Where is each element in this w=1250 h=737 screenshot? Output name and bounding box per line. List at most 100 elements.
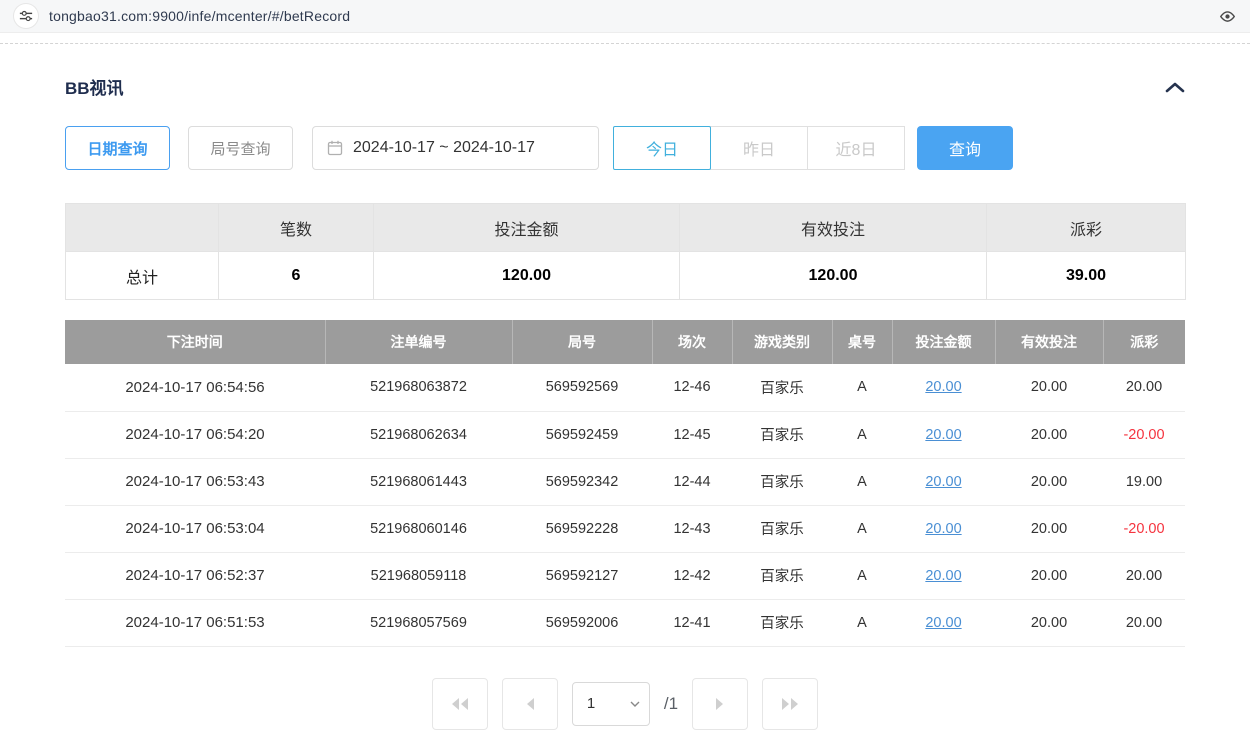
game-type: 百家乐	[732, 552, 832, 599]
col-bet-time: 下注时间	[65, 320, 325, 364]
date-range-text: 2024-10-17 ~ 2024-10-17	[353, 139, 535, 157]
summary-header-empty	[66, 204, 219, 252]
round-id: 569592127	[512, 552, 652, 599]
valid-bet: 20.00	[995, 599, 1103, 646]
summary-header-valid-bet: 有效投注	[680, 204, 987, 252]
today-button[interactable]: 今日	[613, 126, 711, 170]
col-payout: 派彩	[1103, 320, 1185, 364]
session: 12-41	[652, 599, 732, 646]
session: 12-43	[652, 505, 732, 552]
game-type: 百家乐	[732, 411, 832, 458]
bet-id: 521968063872	[325, 364, 512, 411]
table-no: A	[832, 552, 892, 599]
table-no: A	[832, 411, 892, 458]
valid-bet: 20.00	[995, 364, 1103, 411]
next-page-button[interactable]	[692, 678, 748, 730]
last8days-button[interactable]: 近8日	[807, 126, 905, 170]
prev-page-icon	[524, 697, 536, 711]
summary-count-value: 6	[219, 252, 374, 300]
table-row: 2024-10-17 06:53:04 521968060146 5695922…	[65, 505, 1185, 552]
bet-time: 2024-10-17 06:54:56	[65, 364, 325, 411]
browser-url-bar: tongbao31.com:9900/infe/mcenter/#/betRec…	[0, 0, 1250, 33]
table-row: 2024-10-17 06:51:53 521968057569 5695920…	[65, 599, 1185, 646]
game-type: 百家乐	[732, 505, 832, 552]
col-session: 场次	[652, 320, 732, 364]
quick-range-group: 今日 昨日 近8日	[613, 126, 905, 170]
session: 12-45	[652, 411, 732, 458]
table-no: A	[832, 505, 892, 552]
valid-bet: 20.00	[995, 552, 1103, 599]
summary-header-count: 笔数	[219, 204, 374, 252]
summary-total-row: 总计 6 120.00 120.00 39.00	[66, 252, 1186, 300]
round-id: 569592342	[512, 458, 652, 505]
payout: 20.00	[1103, 599, 1185, 646]
summary-valid-bet-value: 120.00	[680, 252, 987, 300]
date-range-picker[interactable]: 2024-10-17 ~ 2024-10-17	[312, 126, 599, 170]
bet-amount-link[interactable]: 20.00	[925, 615, 961, 631]
pagination: 1 /1	[65, 678, 1185, 730]
table-no: A	[832, 599, 892, 646]
round-query-button[interactable]: 局号查询	[188, 126, 293, 170]
game-type: 百家乐	[732, 599, 832, 646]
first-page-button[interactable]	[432, 678, 488, 730]
summary-header-payout: 派彩	[987, 204, 1186, 252]
col-bet-id: 注单编号	[325, 320, 512, 364]
col-table-no: 桌号	[832, 320, 892, 364]
date-query-button[interactable]: 日期查询	[65, 126, 170, 170]
col-valid-bet: 有效投注	[995, 320, 1103, 364]
game-type: 百家乐	[732, 364, 832, 411]
table-row: 2024-10-17 06:54:20 521968062634 5695924…	[65, 411, 1185, 458]
payout: 19.00	[1103, 458, 1185, 505]
summary-payout-value: 39.00	[987, 252, 1186, 300]
bet-amount-link[interactable]: 20.00	[925, 379, 961, 395]
collapse-chevron-icon[interactable]	[1165, 81, 1185, 93]
col-game-type: 游戏类别	[732, 320, 832, 364]
table-no: A	[832, 458, 892, 505]
total-pages-label: /1	[664, 694, 678, 714]
payout: -20.00	[1103, 505, 1185, 552]
bet-id: 521968059118	[325, 552, 512, 599]
panel-title: BB视讯	[65, 74, 124, 99]
payout: -20.00	[1103, 411, 1185, 458]
bet-id: 521968057569	[325, 599, 512, 646]
session: 12-44	[652, 458, 732, 505]
calendar-icon	[327, 140, 343, 156]
prev-page-button[interactable]	[502, 678, 558, 730]
first-page-icon	[450, 697, 470, 711]
dashed-separator	[0, 43, 1250, 44]
bet-id: 521968062634	[325, 411, 512, 458]
payout: 20.00	[1103, 552, 1185, 599]
next-page-icon	[714, 697, 726, 711]
bet-time: 2024-10-17 06:52:37	[65, 552, 325, 599]
round-id: 569592228	[512, 505, 652, 552]
bet-records-table: 下注时间 注单编号 局号 场次 游戏类别 桌号 投注金额 有效投注 派彩 202…	[65, 320, 1185, 647]
summary-bet-amount-value: 120.00	[374, 252, 680, 300]
bet-amount-link[interactable]: 20.00	[925, 427, 961, 443]
yesterday-button[interactable]: 昨日	[710, 126, 808, 170]
game-type: 百家乐	[732, 458, 832, 505]
bet-amount-link[interactable]: 20.00	[925, 474, 961, 490]
valid-bet: 20.00	[995, 505, 1103, 552]
summary-total-label: 总计	[66, 252, 219, 300]
session: 12-46	[652, 364, 732, 411]
bet-record-panel: BB视讯 日期查询 局号查询 2024-10-17 ~ 2024-10-17 今…	[0, 74, 1250, 730]
table-row: 2024-10-17 06:53:43 521968061443 5695923…	[65, 458, 1185, 505]
search-button[interactable]: 查询	[917, 126, 1013, 170]
bet-id: 521968060146	[325, 505, 512, 552]
bet-table-header-row: 下注时间 注单编号 局号 场次 游戏类别 桌号 投注金额 有效投注 派彩	[65, 320, 1185, 364]
site-settings-icon[interactable]	[14, 4, 38, 28]
bet-amount-link[interactable]: 20.00	[925, 521, 961, 537]
eye-icon[interactable]	[1219, 10, 1236, 23]
url-text[interactable]: tongbao31.com:9900/infe/mcenter/#/betRec…	[49, 8, 350, 24]
bet-amount-link[interactable]: 20.00	[925, 568, 961, 584]
table-row: 2024-10-17 06:52:37 521968059118 5695921…	[65, 552, 1185, 599]
bet-time: 2024-10-17 06:54:20	[65, 411, 325, 458]
table-row: 2024-10-17 06:54:56 521968063872 5695925…	[65, 364, 1185, 411]
last-page-button[interactable]	[762, 678, 818, 730]
page-select[interactable]: 1	[573, 683, 649, 725]
col-bet-amount: 投注金额	[892, 320, 995, 364]
summary-header-bet-amount: 投注金额	[374, 204, 680, 252]
bet-time: 2024-10-17 06:51:53	[65, 599, 325, 646]
page-select-wrapper: 1	[572, 682, 650, 726]
payout: 20.00	[1103, 364, 1185, 411]
